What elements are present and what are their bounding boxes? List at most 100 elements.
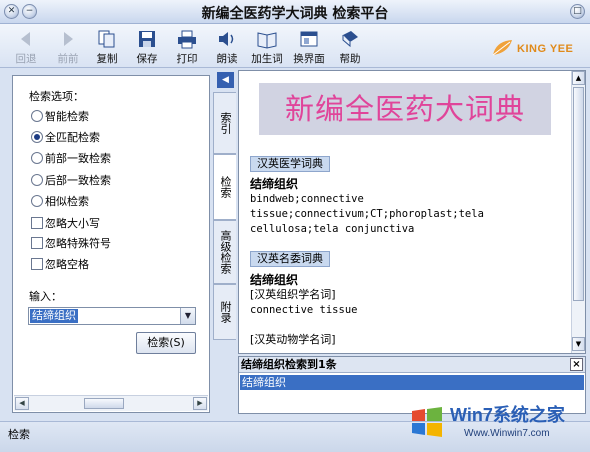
watermark-brand: Win7系统之家	[450, 405, 565, 425]
definition-line: connective tissue	[250, 304, 358, 316]
category-label: [汉英动物学名词]	[250, 333, 336, 346]
check-label: 忽略空格	[45, 258, 89, 271]
radio-indicator	[31, 110, 43, 122]
toolbar: 回退 前前 复制 保存 打印 朗读 加生词 换界面 帮助 KING YEE	[0, 24, 590, 68]
search-button[interactable]: 检索(S)	[136, 332, 196, 354]
definition-pane: 新编全医药大词典 汉英医学词典 结缔组织 bindweb;connective …	[238, 70, 586, 354]
mode-smart-radio[interactable]: 智能检索	[31, 109, 89, 125]
category-label: [汉英组织学名词]	[250, 288, 336, 301]
mode-suffix-radio[interactable]: 后部一致检索	[31, 173, 111, 189]
ignore-spaces-checkbox[interactable]: 忽略空格	[31, 257, 89, 273]
results-header: 结缔组织检索到1条 ×	[239, 357, 585, 373]
logo-text: KING YEE	[517, 43, 574, 55]
save-label: 保存	[136, 53, 158, 65]
back-arrow-icon	[21, 32, 30, 46]
windows-logo-icon	[412, 407, 442, 437]
forward-arrow-icon	[64, 32, 73, 46]
scroll-right-icon[interactable]: ▶	[193, 397, 207, 410]
results-count-text: 结缔组织检索到1条	[241, 358, 337, 371]
collapse-panel-icon[interactable]: ◀	[217, 72, 234, 88]
watermark: Win7系统之家 Www.Winwin7.com	[408, 399, 586, 443]
mode-label: 相似检索	[45, 195, 89, 208]
forward-label: 前前	[57, 53, 79, 65]
definition-line: cellulosa;tela conjunctiva	[250, 223, 415, 235]
print-label: 打印	[176, 53, 198, 65]
mode-similar-radio[interactable]: 相似检索	[31, 194, 89, 210]
tab-index[interactable]: 索引	[213, 92, 236, 154]
definition-line: bindweb;connective	[250, 193, 364, 205]
copy-button[interactable]: 复制	[87, 29, 127, 66]
back-label: 回退	[15, 53, 37, 65]
radio-indicator	[31, 174, 43, 186]
speaker-icon	[219, 32, 234, 46]
mode-prefix-radio[interactable]: 前部一致检索	[31, 151, 111, 167]
tab-appendix[interactable]: 附录	[213, 284, 236, 340]
dictionary-banner: 新编全医药大词典	[259, 83, 551, 135]
read-label: 朗读	[216, 53, 238, 65]
mode-full-match-radio[interactable]: 全匹配检索	[31, 130, 100, 146]
mode-label: 全匹配检索	[45, 131, 100, 144]
result-item[interactable]: 结缔组织	[240, 375, 584, 390]
tab-search[interactable]: 检索	[213, 154, 236, 220]
save-button[interactable]: 保存	[127, 29, 167, 66]
input-label: 输入：	[29, 290, 62, 303]
entry-term: 结缔组织	[250, 177, 299, 191]
help-button[interactable]: 帮助	[330, 29, 370, 66]
watermark-url: Www.Winwin7.com	[464, 428, 550, 439]
read-aloud-button[interactable]: 朗读	[207, 29, 247, 66]
radio-indicator-selected	[31, 131, 43, 143]
radio-indicator	[31, 195, 43, 207]
vertical-scrollbar[interactable]: ▲ ▼	[571, 71, 585, 353]
add-word-button[interactable]: 加生词	[247, 29, 287, 66]
close-results-icon[interactable]: ×	[570, 358, 583, 371]
dropdown-arrow-icon[interactable]: ▼	[180, 308, 195, 324]
checkbox-box	[31, 258, 43, 270]
close-window-icon[interactable]: □	[570, 4, 585, 19]
search-input[interactable]: 结缔组织 ▼	[28, 307, 196, 325]
title-bar: ✕ − 新编全医药学大词典 检索平台 □	[0, 0, 590, 24]
forward-button[interactable]: 前前	[48, 29, 88, 66]
copy-label: 复制	[96, 53, 118, 65]
help-book-icon	[342, 31, 358, 48]
search-input-value: 结缔组织	[30, 309, 78, 323]
dictionary-tag-terms: 汉英名委词典	[250, 251, 330, 267]
checkbox-box	[31, 237, 43, 249]
vertical-tab-strip: ◀ 索引 检索 高级检索 附录	[213, 70, 237, 414]
check-label: 忽略特殊符号	[45, 237, 111, 250]
floppy-disk-icon	[139, 31, 155, 47]
kingyee-logo: KING YEE	[490, 37, 586, 63]
window-title: 新编全医药学大词典 检索平台	[201, 6, 389, 22]
horizontal-scrollbar[interactable]: ◀ ▶	[14, 395, 208, 411]
entry-term: 结缔组织	[250, 273, 299, 287]
switch-ui-button[interactable]: 换界面	[289, 29, 329, 66]
scroll-down-icon[interactable]: ▼	[572, 337, 585, 351]
dictionary-tag-medical: 汉英医学词典	[250, 156, 330, 172]
window-switch-icon	[300, 31, 318, 47]
mode-label: 智能检索	[45, 110, 89, 123]
status-text: 检索	[8, 428, 30, 441]
mode-label: 后部一致检索	[45, 174, 111, 187]
back-button[interactable]: 回退	[6, 29, 46, 66]
copy-icon	[98, 30, 115, 48]
scrollbar-thumb[interactable]	[573, 87, 584, 301]
mode-label: 前部一致检索	[45, 152, 111, 165]
switch-ui-label: 换界面	[293, 53, 325, 65]
scrollbar-thumb[interactable]	[84, 398, 124, 409]
search-options-panel: 检索选项： 智能检索 全匹配检索 前部一致检索 后部一致检索 相似检索 忽略大小…	[12, 75, 210, 413]
ignore-case-checkbox[interactable]: 忽略大小写	[31, 216, 100, 232]
options-label: 检索选项：	[29, 90, 84, 103]
scroll-up-icon[interactable]: ▲	[572, 71, 585, 85]
scroll-left-icon[interactable]: ◀	[15, 397, 29, 410]
add-word-label: 加生词	[251, 53, 283, 65]
ignore-symbols-checkbox[interactable]: 忽略特殊符号	[31, 236, 111, 252]
tab-advanced-search[interactable]: 高级检索	[213, 220, 236, 284]
leaf-logo-icon	[492, 40, 512, 56]
book-add-icon	[257, 32, 277, 49]
checkbox-box	[31, 217, 43, 229]
check-label: 忽略大小写	[45, 217, 100, 230]
help-label: 帮助	[339, 53, 361, 65]
definition-line: tissue;connectivum;CT;phoroplast;tela	[250, 208, 484, 220]
radio-indicator	[31, 152, 43, 164]
printer-icon	[178, 30, 196, 49]
print-button[interactable]: 打印	[167, 29, 207, 66]
